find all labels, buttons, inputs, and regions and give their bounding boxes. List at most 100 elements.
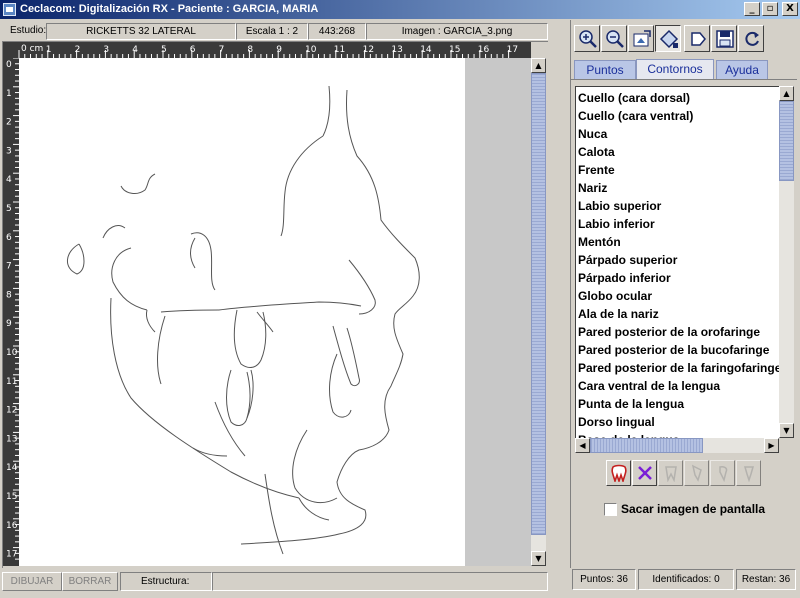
ruler-left-tick-label: 9 [6, 319, 12, 329]
cephalometric-tracing [67, 85, 420, 555]
ruler-top-ticks: 1 2 3 4 5 6 7 8 9 10 11 12 13 14 15 16 17 [18, 45, 518, 58]
contour-list-item[interactable]: Calota [578, 143, 615, 161]
palatal-plane [218, 301, 362, 311]
drawing-canvas[interactable] [19, 58, 531, 566]
scroll-down-arrow-icon[interactable]: ▼ [531, 551, 546, 566]
contour-list-item[interactable]: Ala de la nariz [578, 305, 659, 323]
ruler-left-tick-label: 4 [6, 175, 12, 185]
porion-contour [67, 243, 85, 275]
coords-value: 443:268 [308, 23, 366, 40]
status-bar-left: DIBUJAR BORRAR Estructura: [2, 572, 548, 591]
contour-list-item[interactable]: Frente [578, 161, 615, 179]
soft-tissue-profile [240, 89, 420, 545]
ruler-left-tick-label: 8 [6, 290, 12, 300]
contour-list-item[interactable]: Nuca [578, 125, 607, 143]
contour-list-item[interactable]: Cara ventral de la lengua [578, 377, 720, 395]
refresh-icon [745, 31, 759, 46]
contour-list-item[interactable]: Labio superior [578, 197, 661, 215]
ruler-left-tick-label: 3 [6, 146, 12, 156]
ruler-top-tick-label: 15 [449, 45, 460, 55]
close-button[interactable]: X [782, 2, 798, 16]
mandible-lower-border [110, 297, 300, 499]
estructura-field [212, 572, 548, 591]
ruler-left-tick-label: 5 [6, 204, 12, 214]
identificados-count: Identificados: 0 [638, 569, 734, 590]
contour-list-item[interactable]: Párpado inferior [578, 269, 671, 287]
ruler-left-tick-label: 16 [6, 521, 18, 531]
list-scroll-right-arrow-icon[interactable]: ▶ [764, 438, 779, 453]
select-region-icon [659, 29, 679, 49]
ruler-top-tick-label: 12 [363, 45, 374, 55]
contour-list[interactable]: Cuello (cara dorsal) Cuello (cara ventral… [575, 86, 779, 438]
contour-list-item[interactable]: Pared posterior de la orofaringe [578, 323, 760, 341]
ruler-top-tick-label: 4 [132, 45, 138, 55]
zoom-in-button[interactable] [574, 25, 600, 52]
screenshot-checkbox-label[interactable]: Sacar imagen de pantalla [621, 502, 765, 516]
escala-value: Escala 1 : 2 [236, 23, 308, 40]
contour-list-item[interactable]: Base de la lengua [578, 431, 679, 438]
title-bar: Ceclacom: Digitalización RX - Paciente :… [0, 0, 800, 19]
zoom-out-icon [606, 30, 624, 48]
ruler-top-tick-label: 11 [334, 45, 345, 55]
ruler-top-tick-label: 16 [478, 45, 490, 55]
ruler-left-tick-label: 2 [6, 118, 12, 128]
save-button[interactable] [711, 25, 737, 52]
borrar-button[interactable]: BORRAR [62, 572, 118, 591]
tab-ayuda[interactable]: Ayuda [716, 60, 768, 80]
app-icon [3, 3, 16, 16]
ruler-top-tick-label: 6 [190, 45, 196, 55]
contour-list-item[interactable]: Párpado superior [578, 251, 677, 269]
condyle [111, 247, 148, 311]
delete-button[interactable] [632, 460, 657, 486]
ruler-top-tick-label: 5 [161, 45, 167, 55]
contour-list-item[interactable]: Globo ocular [578, 287, 652, 305]
scroll-corner [779, 438, 794, 453]
xray-trace-image[interactable] [19, 58, 465, 566]
tooth-gray-button-4[interactable] [736, 460, 761, 486]
contour-list-item[interactable]: Mentón [578, 233, 621, 251]
tooth-gray-icon-3 [719, 466, 728, 482]
tooth-button[interactable] [606, 460, 631, 486]
ruler-left-tick-label: 13 [6, 434, 17, 444]
tooth-gray-button-2[interactable] [684, 460, 709, 486]
tooth-gray-button-3[interactable] [710, 460, 735, 486]
tab-puntos[interactable]: Puntos [574, 60, 636, 80]
viewer-vertical-scrollbar[interactable]: ▲ ▼ [531, 58, 546, 566]
minimize-button[interactable]: _ [744, 2, 760, 16]
viewer-scroll-thumb[interactable] [531, 73, 546, 535]
zoom-out-button[interactable] [601, 25, 627, 52]
list-hscroll-thumb[interactable] [590, 438, 703, 453]
tooth-gray-icon-4 [744, 466, 754, 482]
list-horizontal-scrollbar[interactable]: ◀ ▶ [575, 438, 779, 453]
refresh-button[interactable] [738, 25, 764, 52]
list-vertical-scrollbar[interactable]: ▲ ▼ [779, 86, 794, 438]
tab-contornos[interactable]: Contornos [636, 59, 714, 80]
dibujar-button[interactable]: DIBUJAR [2, 572, 62, 591]
contour-list-item[interactable]: Nariz [578, 179, 607, 197]
ruler-left-tick-label: 11 [6, 377, 17, 387]
next-icon [691, 32, 706, 46]
nasal-line [348, 259, 376, 315]
tooth-icon [611, 464, 627, 482]
ruler-left-tick-label: 10 [6, 348, 18, 358]
save-icon [716, 30, 734, 48]
list-scroll-thumb[interactable] [779, 101, 794, 181]
tooth-gray-button[interactable] [658, 460, 683, 486]
contour-list-item[interactable]: Labio inferior [578, 215, 655, 233]
select-region-button[interactable] [655, 25, 681, 52]
maximize-button[interactable]: ▫ [762, 2, 778, 16]
scroll-up-arrow-icon[interactable]: ▲ [531, 58, 546, 73]
pan-image-button[interactable] [628, 25, 654, 52]
contour-list-item[interactable]: Pared posterior de la bucofaringe [578, 341, 769, 359]
contour-list-item[interactable]: Pared posterior de la faringofaringe [578, 359, 779, 377]
contour-list-item[interactable]: Cuello (cara ventral) [578, 107, 693, 125]
contour-list-item[interactable]: Dorso lingual [578, 413, 655, 431]
contour-list-item[interactable]: Cuello (cara dorsal) [578, 89, 690, 107]
info-bar: Estudio: RICKETTS 32 LATERAL Escala 1 : … [2, 22, 548, 40]
contour-list-item[interactable]: Punta de la lengua [578, 395, 684, 413]
next-button[interactable] [684, 25, 710, 52]
list-scroll-down-arrow-icon[interactable]: ▼ [779, 423, 794, 438]
list-scroll-left-arrow-icon[interactable]: ◀ [575, 438, 590, 453]
list-scroll-up-arrow-icon[interactable]: ▲ [779, 86, 794, 101]
screenshot-checkbox[interactable] [604, 503, 617, 516]
